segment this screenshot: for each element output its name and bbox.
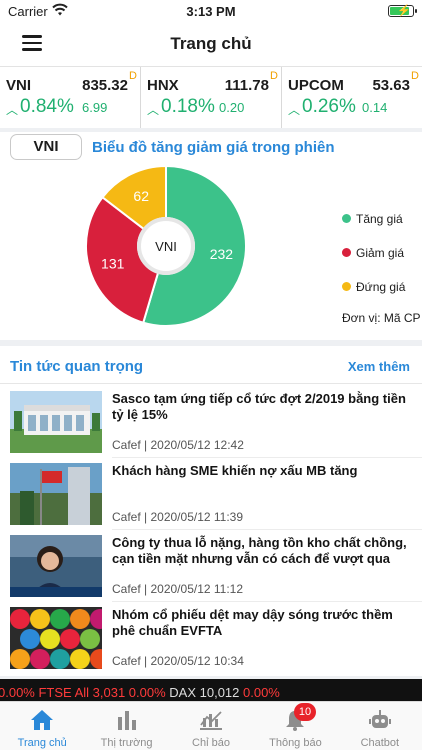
slice-value-label: 131 <box>101 255 125 271</box>
index-selector[interactable]: VNI <box>10 134 82 160</box>
slice-value-label: 232 <box>210 246 234 262</box>
navigation-bar: Trang chủ <box>0 22 422 66</box>
world-index-ticker-tape: 0.00% FTSE All 3,031 0.00% DAX 10,012 0.… <box>0 679 422 701</box>
ticker-change: 0.14 <box>362 100 388 115</box>
news-headline: Công ty thua lỗ nặng, hàng tồn kho chất … <box>112 535 407 566</box>
status-bar: Carrier 3:13 PM ⚡ <box>0 0 422 22</box>
news-meta: Cafef | 2020/05/12 12:42 <box>112 438 244 452</box>
ticker-hnx[interactable]: HNX 111.78 D ︿ 0.18% 0.20 <box>141 67 282 128</box>
tab-home[interactable]: Trang chủ <box>0 702 84 750</box>
ticker-value: 53.63 <box>372 77 410 94</box>
news-headline: Sasco tạm ứng tiếp cổ tức đợt 2/2019 bằn… <box>112 391 406 422</box>
home-icon <box>31 710 54 730</box>
clock: 3:13 PM <box>186 4 236 19</box>
ticker-value: 835.32 <box>82 77 128 94</box>
ticker-upcom[interactable]: UPCOM 53.63 D ︿ 0.26% 0.14 <box>282 67 422 128</box>
chart-title: Biểu đồ tăng giảm giá trong phiên <box>92 139 335 156</box>
legend-label: Tăng giá <box>356 212 403 226</box>
ticker-change: 0.20 <box>219 100 245 115</box>
news-date: 2020/05/12 10:34 <box>150 654 244 668</box>
tab-market[interactable]: Thị trường <box>84 702 168 750</box>
ticker-change-pct: 0.26% <box>302 96 356 117</box>
ticker-tape-text: 0.00% FTSE All 3,031 0.00% DAX 10,012 0.… <box>0 685 280 700</box>
legend-label: Đứng giá <box>356 280 406 294</box>
news-item[interactable]: Sasco tạm ứng tiếp cổ tức đợt 2/2019 bằn… <box>0 388 422 458</box>
tab-label: Chatbot <box>360 737 400 749</box>
ticker-mark: D <box>411 70 419 82</box>
donut-chart: 232 131 62 VNI <box>85 164 247 327</box>
ticker-value: 111.78 <box>224 77 269 94</box>
ticker-change-pct: 0.84% <box>20 96 74 117</box>
ticker-name: VNI <box>6 77 32 94</box>
legend-dot <box>342 248 351 257</box>
tab-label: Thông báo <box>269 737 322 749</box>
up-arrow-icon: ︿ <box>6 103 19 117</box>
news-source: Cafef <box>112 582 141 596</box>
ticker-vni[interactable]: VNI 835.32 D ︿ 0.84% 6.99 <box>0 67 141 128</box>
ticker-name: UPCOM <box>288 77 344 94</box>
see-more-link[interactable]: Xem thêm <box>348 359 410 374</box>
ticker-change: 6.99 <box>82 100 108 115</box>
ticker-change-pct: 0.18% <box>161 96 215 117</box>
bar-chart-icon <box>117 711 136 730</box>
news-item[interactable]: Công ty thua lỗ nặng, hàng tồn kho chất … <box>0 532 422 602</box>
notification-count-badge: 10 <box>294 703 316 721</box>
news-headline: Khách hàng SME khiến nợ xấu MB tăng <box>112 463 358 478</box>
up-arrow-icon: ︿ <box>147 103 160 117</box>
ticker-mark: D <box>270 70 278 82</box>
battery-icon: ⚡ <box>388 5 417 17</box>
news-date: 2020/05/12 11:12 <box>150 582 244 596</box>
advance-decline-chart-card: VNI Biểu đồ tăng giảm giá trong phiên 23… <box>0 132 422 340</box>
news-thumbnail-thread-spools <box>10 607 102 669</box>
tab-chatbot[interactable]: Chatbot <box>338 702 422 750</box>
tab-bar: Trang chủ Thị trường Chỉ báo Thông báo C… <box>0 701 422 750</box>
page-title: Trang chủ <box>170 34 252 53</box>
legend-label: Giảm giá <box>356 246 405 260</box>
news-source: Cafef <box>112 654 141 668</box>
news-date: 2020/05/12 12:42 <box>150 438 244 452</box>
news-meta: Cafef | 2020/05/12 10:34 <box>112 654 244 668</box>
news-thumbnail-person <box>10 535 102 597</box>
up-arrow-icon: ︿ <box>288 103 301 117</box>
chart-unit: Đơn vị: Mã CP <box>342 311 421 325</box>
slice-value-label: 62 <box>133 188 149 204</box>
tab-label: Thị trường <box>100 737 153 749</box>
news-section-title: Tin tức quan trọng <box>10 358 144 375</box>
donut-center-label: VNI <box>155 239 177 254</box>
tab-label: Trang chủ <box>17 737 67 749</box>
ticker-name: HNX <box>147 77 179 94</box>
news-source: Cafef <box>112 510 141 524</box>
tab-indicators[interactable]: Chỉ báo <box>169 702 253 750</box>
news-meta: Cafef | 2020/05/12 11:12 <box>112 582 244 596</box>
legend-dot <box>342 214 351 223</box>
index-ticker-row: VNI 835.32 D ︿ 0.84% 6.99 HNX 111.78 D ︿… <box>0 66 422 128</box>
ticker-mark: D <box>129 70 137 82</box>
robot-icon <box>368 710 391 728</box>
news-item[interactable]: Khách hàng SME khiến nợ xấu MB tăng Cafe… <box>0 460 422 530</box>
news-source: Cafef <box>112 438 141 452</box>
indicator-icon <box>200 711 223 730</box>
news-item[interactable]: Nhóm cổ phiếu dệt may dậy sóng trước thề… <box>0 604 422 674</box>
tab-label: Chỉ báo <box>192 737 230 749</box>
news-section: Tin tức quan trọng Xem thêm Sasco tạm ứn… <box>0 346 422 676</box>
news-headline: Nhóm cổ phiếu dệt may dậy sóng trước thề… <box>112 607 393 638</box>
news-date: 2020/05/12 11:39 <box>150 510 244 524</box>
legend-dot <box>342 282 351 291</box>
news-thumbnail-building <box>10 391 102 453</box>
news-header: Tin tức quan trọng Xem thêm <box>0 346 422 384</box>
news-thumbnail-flag <box>10 463 102 525</box>
news-meta: Cafef | 2020/05/12 11:39 <box>112 510 244 524</box>
